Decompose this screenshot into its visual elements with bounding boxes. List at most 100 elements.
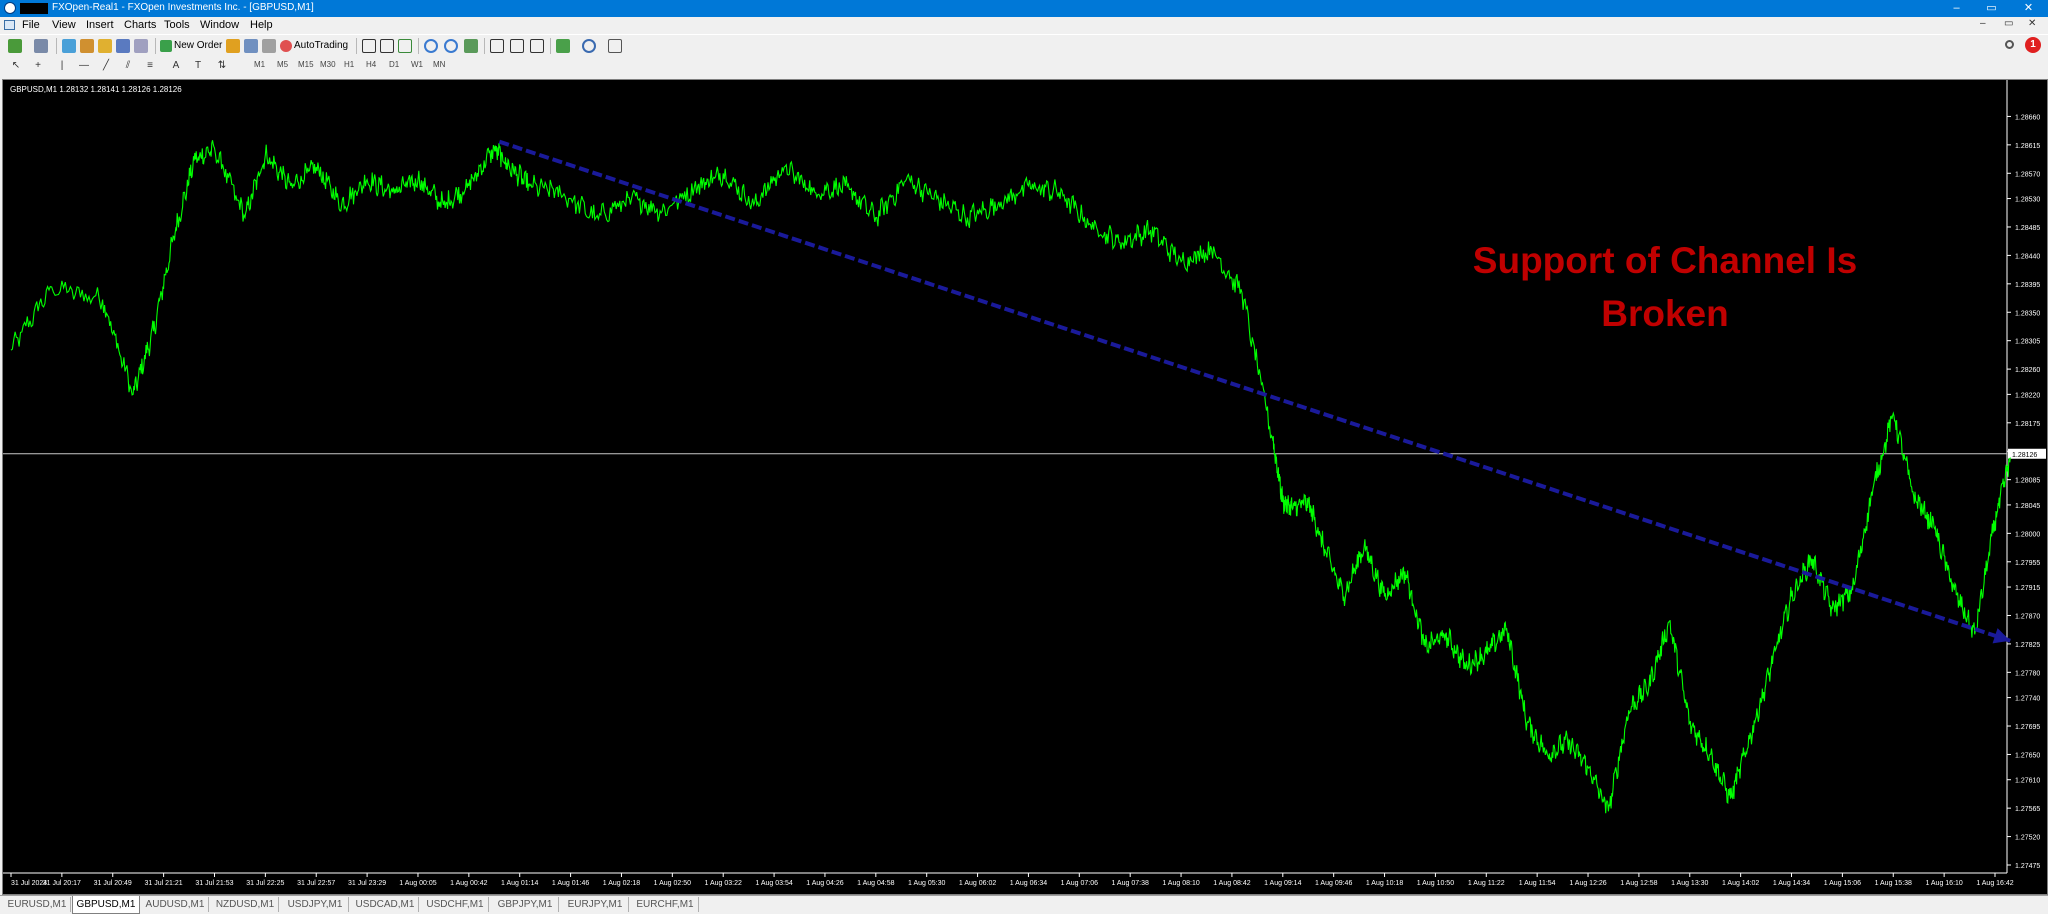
tile-windows-icon[interactable] — [464, 39, 478, 53]
annotation-line-2[interactable]: Broken — [1601, 293, 1728, 334]
timeframe-m30[interactable]: M30 — [320, 60, 336, 69]
time-tick-label: 1 Aug 06:02 — [959, 880, 996, 887]
indicators-icon[interactable] — [556, 39, 570, 53]
menu-file[interactable]: File — [22, 19, 40, 31]
time-tick-label: 1 Aug 08:42 — [1213, 880, 1250, 887]
time-tick-label: 1 Aug 10:50 — [1417, 880, 1454, 887]
templates-icon[interactable] — [608, 39, 622, 53]
timeframe-m5[interactable]: M5 — [277, 60, 288, 69]
menu-tools[interactable]: Tools — [164, 19, 190, 31]
horizontal-line-icon[interactable]: — — [78, 60, 90, 72]
app-icon[interactable] — [4, 2, 16, 14]
tab-eurusd[interactable]: EURUSD,M1 — [4, 897, 71, 912]
text-icon[interactable]: A — [170, 60, 182, 72]
chart-tabs: EURUSD,M1 GBPUSD,M1 AUDUSD,M1 NZDUSD,M1 … — [0, 895, 2048, 914]
annotation-line-1[interactable]: Support of Channel Is — [1473, 240, 1857, 281]
channel-support-trendline[interactable] — [498, 139, 2011, 643]
price-tick-label: 1.28350 — [2015, 310, 2040, 317]
tab-usdjpy[interactable]: USDJPY,M1 — [282, 897, 349, 912]
time-tick-label: 31 Jul 20:49 — [94, 880, 132, 887]
menu-view[interactable]: View — [52, 19, 76, 31]
price-tick-label: 1.28530 — [2015, 197, 2040, 204]
price-tick-label: 1.27780 — [2015, 670, 2040, 677]
timeframe-m1[interactable]: M1 — [254, 60, 265, 69]
time-tick-label: 31 Jul 23:29 — [348, 880, 386, 887]
strategy-tester-icon[interactable] — [134, 39, 148, 53]
timeframe-h1[interactable]: H1 — [344, 60, 354, 69]
tab-usdcad[interactable]: USDCAD,M1 — [352, 897, 419, 912]
time-tick-label: 1 Aug 11:22 — [1468, 880, 1505, 887]
market-icon[interactable] — [262, 39, 276, 53]
tab-gbpjpy[interactable]: GBPJPY,M1 — [492, 897, 559, 912]
crosshair-icon[interactable]: + — [32, 60, 44, 72]
menu-charts[interactable]: Charts — [124, 19, 156, 31]
new-order-icon[interactable] — [160, 40, 172, 52]
chart-window[interactable]: GBPUSD,M1 1.28132 1.28141 1.28126 1.2812… — [2, 79, 2048, 895]
period-separators-icon[interactable] — [530, 39, 544, 53]
bar-chart-icon[interactable] — [362, 39, 376, 53]
arrows-icon[interactable]: ⇅ — [216, 60, 228, 72]
mdi-minimize-icon[interactable]: – — [1980, 18, 1986, 29]
tab-eurjpy[interactable]: EURJPY,M1 — [562, 897, 629, 912]
timeframe-d1[interactable]: D1 — [389, 60, 399, 69]
price-tick-label: 1.27740 — [2015, 696, 2040, 703]
menu-insert[interactable]: Insert — [86, 19, 114, 31]
autoscroll-icon[interactable] — [510, 39, 524, 53]
navigator-icon[interactable] — [98, 39, 112, 53]
timeframe-w1[interactable]: W1 — [411, 60, 423, 69]
channel-icon[interactable]: ⫽ — [122, 60, 134, 72]
data-window-icon[interactable] — [80, 39, 94, 53]
time-tick-label: 31 Jul 21:53 — [195, 880, 233, 887]
standard-toolbar: New Order AutoTrading 1 — [0, 34, 2048, 59]
search-icon[interactable] — [2005, 40, 2014, 49]
timeframe-m15[interactable]: M15 — [298, 60, 314, 69]
profiles-icon[interactable] — [34, 39, 48, 53]
market-watch-icon[interactable] — [62, 39, 76, 53]
tab-nzdusd[interactable]: NZDUSD,M1 — [212, 897, 279, 912]
autotrading-button[interactable]: AutoTrading — [294, 40, 348, 51]
menu-window[interactable]: Window — [200, 19, 239, 31]
price-tick-label: 1.28570 — [2015, 171, 2040, 178]
chart-window-icon[interactable] — [4, 20, 15, 30]
trendline-arrowhead — [1992, 628, 2011, 644]
price-tick-label: 1.27520 — [2015, 835, 2040, 842]
price-tick-label: 1.28660 — [2015, 114, 2040, 121]
tab-eurchf[interactable]: EURCHF,M1 — [632, 897, 699, 912]
minimize-button[interactable]: – — [1940, 0, 1973, 17]
candlesticks-icon[interactable] — [380, 39, 394, 53]
time-tick-label: 1 Aug 02:50 — [654, 880, 691, 887]
tab-audusd[interactable]: AUDUSD,M1 — [142, 897, 209, 912]
time-tick-label: 1 Aug 08:10 — [1162, 880, 1199, 887]
zoom-out-icon[interactable] — [444, 39, 458, 53]
chart-shift-icon[interactable] — [490, 39, 504, 53]
timeframe-mn[interactable]: MN — [433, 60, 445, 69]
time-tick-label: 1 Aug 13:30 — [1671, 880, 1708, 887]
drawing-toolbar: ↖ + | — ╱ ⫽ ≡ A T ⇅ M1 M5 M15 M30 H1 H4 … — [0, 58, 2048, 75]
metaeditor-icon[interactable] — [226, 39, 240, 53]
new-chart-icon[interactable] — [8, 39, 22, 53]
autotrading-icon[interactable] — [280, 40, 292, 52]
signals-icon[interactable] — [244, 39, 258, 53]
tab-gbpusd[interactable]: GBPUSD,M1 — [72, 896, 140, 914]
price-tick-label: 1.28085 — [2015, 478, 2040, 485]
line-chart-icon[interactable] — [398, 39, 412, 53]
close-button[interactable]: ✕ — [2012, 0, 2045, 17]
menu-help[interactable]: Help — [250, 19, 273, 31]
restore-button[interactable]: ▭ — [1975, 0, 2008, 17]
fibonacci-icon[interactable]: ≡ — [144, 60, 156, 72]
terminal-icon[interactable] — [116, 39, 130, 53]
tab-usdchf[interactable]: USDCHF,M1 — [422, 897, 489, 912]
new-order-button[interactable]: New Order — [174, 40, 222, 51]
mdi-restore-icon[interactable]: ▭ — [2004, 18, 2013, 29]
trendline-icon[interactable]: ╱ — [100, 60, 112, 72]
mdi-close-icon[interactable]: ✕ — [2028, 18, 2036, 29]
cursor-icon[interactable]: ↖ — [10, 60, 22, 72]
time-tick-label: 1 Aug 11:54 — [1519, 880, 1556, 887]
price-chart[interactable]: GBPUSD,M1 1.28132 1.28141 1.28126 1.2812… — [3, 80, 2047, 894]
periods-icon[interactable] — [582, 39, 596, 53]
vertical-line-icon[interactable]: | — [56, 60, 68, 72]
timeframe-h4[interactable]: H4 — [366, 60, 376, 69]
text-label-icon[interactable]: T — [192, 60, 204, 72]
notification-badge[interactable]: 1 — [2025, 37, 2041, 53]
zoom-in-icon[interactable] — [424, 39, 438, 53]
